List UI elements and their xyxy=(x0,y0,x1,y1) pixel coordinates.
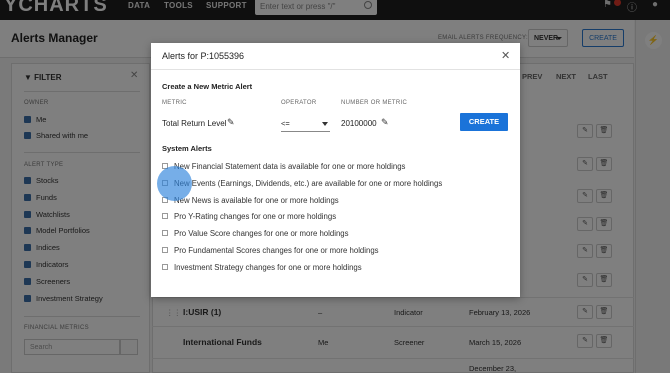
system-alert-option[interactable]: New News is available for one or more ho… xyxy=(162,196,339,205)
metric-section-title: Create a New Metric Alert xyxy=(162,82,253,91)
operator-label: OPERATOR xyxy=(281,100,317,106)
checkbox[interactable] xyxy=(162,264,168,270)
system-alert-option[interactable]: Pro Fundamental Scores changes for one o… xyxy=(162,246,379,255)
close-icon[interactable]: ✕ xyxy=(501,49,510,62)
metric-value[interactable]: Total Return Level xyxy=(162,119,226,128)
create-metric-alert-button[interactable]: CREATE xyxy=(460,113,508,131)
option-label: Pro Y-Rating changes for one or more hol… xyxy=(174,212,337,221)
modal-title: Alerts for P:1055396 xyxy=(162,51,245,61)
checkbox[interactable] xyxy=(162,213,168,219)
number-label: NUMBER OR METRIC xyxy=(341,100,408,106)
click-indicator xyxy=(157,166,192,201)
alerts-modal: Alerts for P:1055396 ✕ Create a New Metr… xyxy=(151,43,520,297)
number-value[interactable]: 20100000 xyxy=(341,119,377,128)
system-alert-option[interactable]: New Events (Earnings, Dividends, etc.) a… xyxy=(162,179,442,188)
operator-value: <= xyxy=(281,119,290,128)
option-label: New Events (Earnings, Dividends, etc.) a… xyxy=(174,179,443,188)
system-alert-option[interactable]: Pro Value Score changes for one or more … xyxy=(162,229,349,238)
pencil-icon[interactable]: ✎ xyxy=(381,117,389,128)
option-label: New Financial Statement data is availabl… xyxy=(174,162,406,171)
option-label: Investment Strategy changes for one or m… xyxy=(174,263,362,272)
option-label: Pro Fundamental Scores changes for one o… xyxy=(174,246,379,255)
option-label: Pro Value Score changes for one or more … xyxy=(174,229,349,238)
chevron-down-icon xyxy=(322,122,328,126)
metric-label: METRIC xyxy=(162,100,187,106)
system-alerts-title: System Alerts xyxy=(162,144,212,153)
system-alert-option[interactable]: New Financial Statement data is availabl… xyxy=(162,162,405,171)
operator-select[interactable]: <= xyxy=(281,115,330,132)
divider xyxy=(151,69,520,70)
system-alert-option[interactable]: Investment Strategy changes for one or m… xyxy=(162,263,362,272)
system-alert-option[interactable]: Pro Y-Rating changes for one or more hol… xyxy=(162,212,336,221)
option-label: New News is available for one or more ho… xyxy=(174,196,339,205)
checkbox[interactable] xyxy=(162,230,168,236)
pencil-icon[interactable]: ✎ xyxy=(227,117,235,128)
checkbox[interactable] xyxy=(162,247,168,253)
